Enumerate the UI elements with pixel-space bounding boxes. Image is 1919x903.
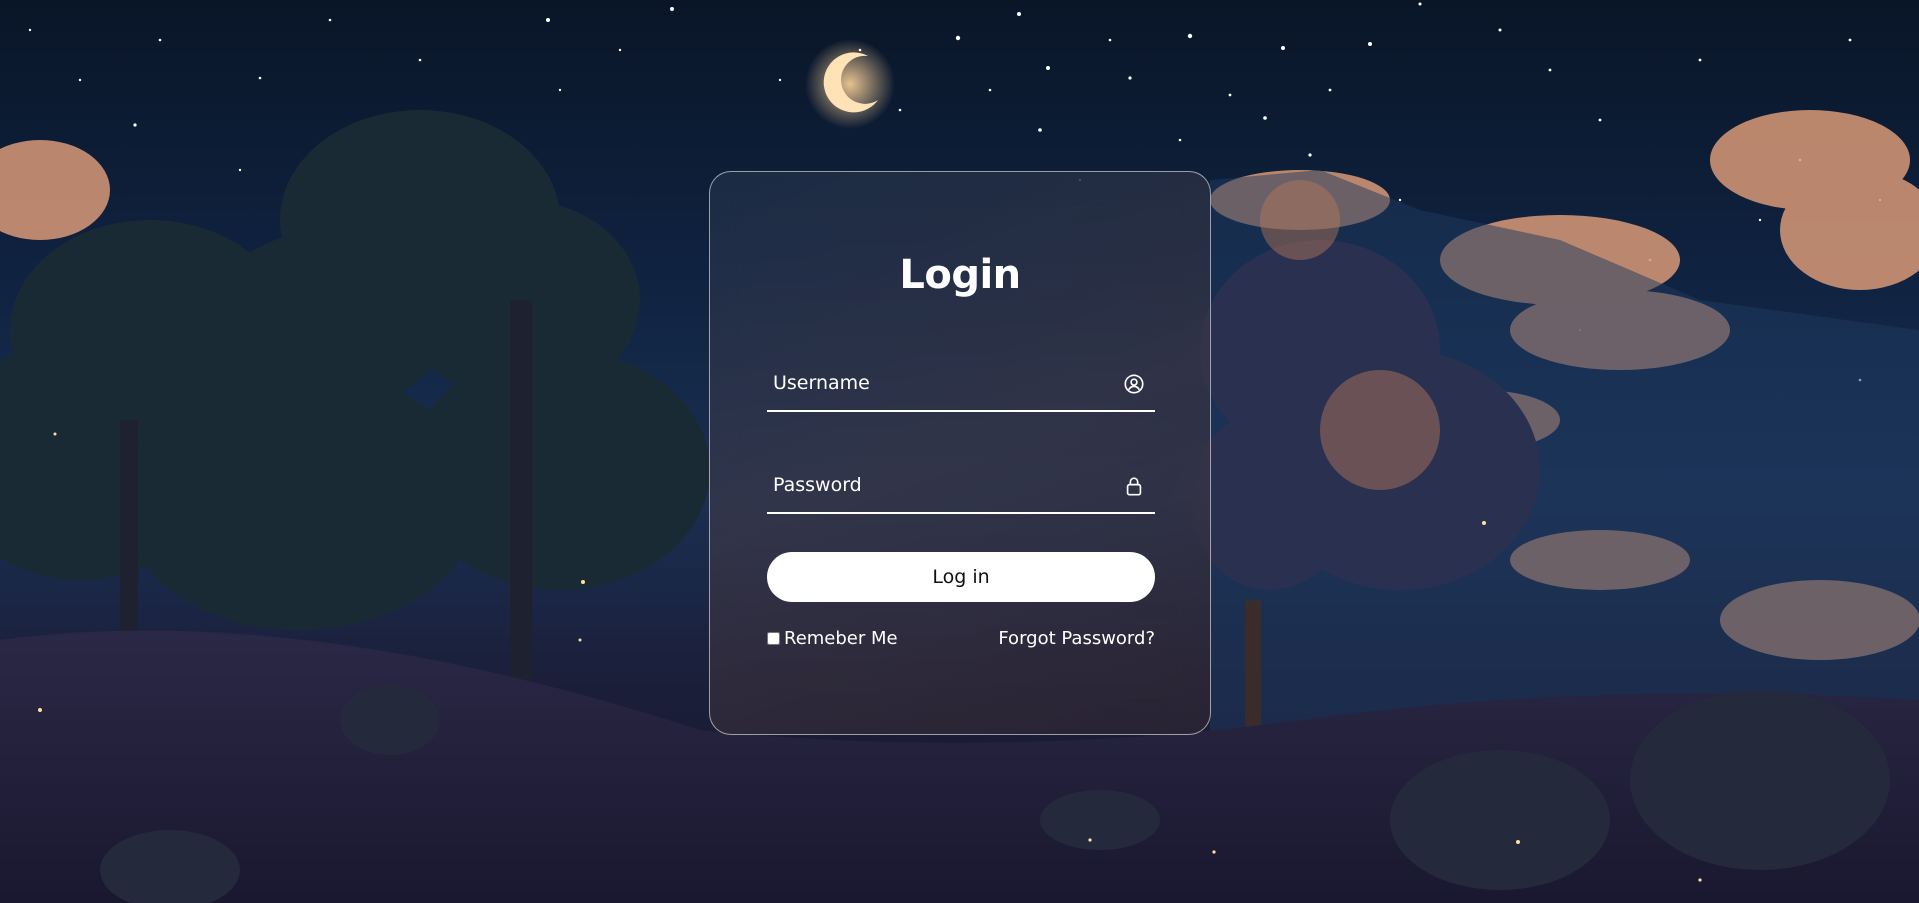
- lock-icon: [1126, 477, 1142, 496]
- user-circle-icon: [1124, 374, 1144, 394]
- remember-me-label: Remeber Me: [784, 628, 898, 649]
- username-field: [767, 358, 1155, 412]
- username-input[interactable]: [767, 358, 1107, 408]
- remember-me-checkbox[interactable]: [767, 632, 780, 645]
- forgot-password-link[interactable]: Forgot Password?: [998, 628, 1155, 649]
- login-page: Login Log in Remeber Me Forgot Password?: [0, 0, 1919, 903]
- moon-glow: [805, 39, 895, 129]
- password-field: [767, 460, 1155, 514]
- login-options: Remeber Me Forgot Password?: [767, 628, 1155, 654]
- password-input[interactable]: [767, 460, 1107, 510]
- login-card: Login Log in Remeber Me Forgot Password?: [709, 171, 1211, 735]
- remember-me[interactable]: Remeber Me: [767, 628, 898, 649]
- login-button[interactable]: Log in: [767, 552, 1155, 602]
- login-title: Login: [899, 252, 1021, 298]
